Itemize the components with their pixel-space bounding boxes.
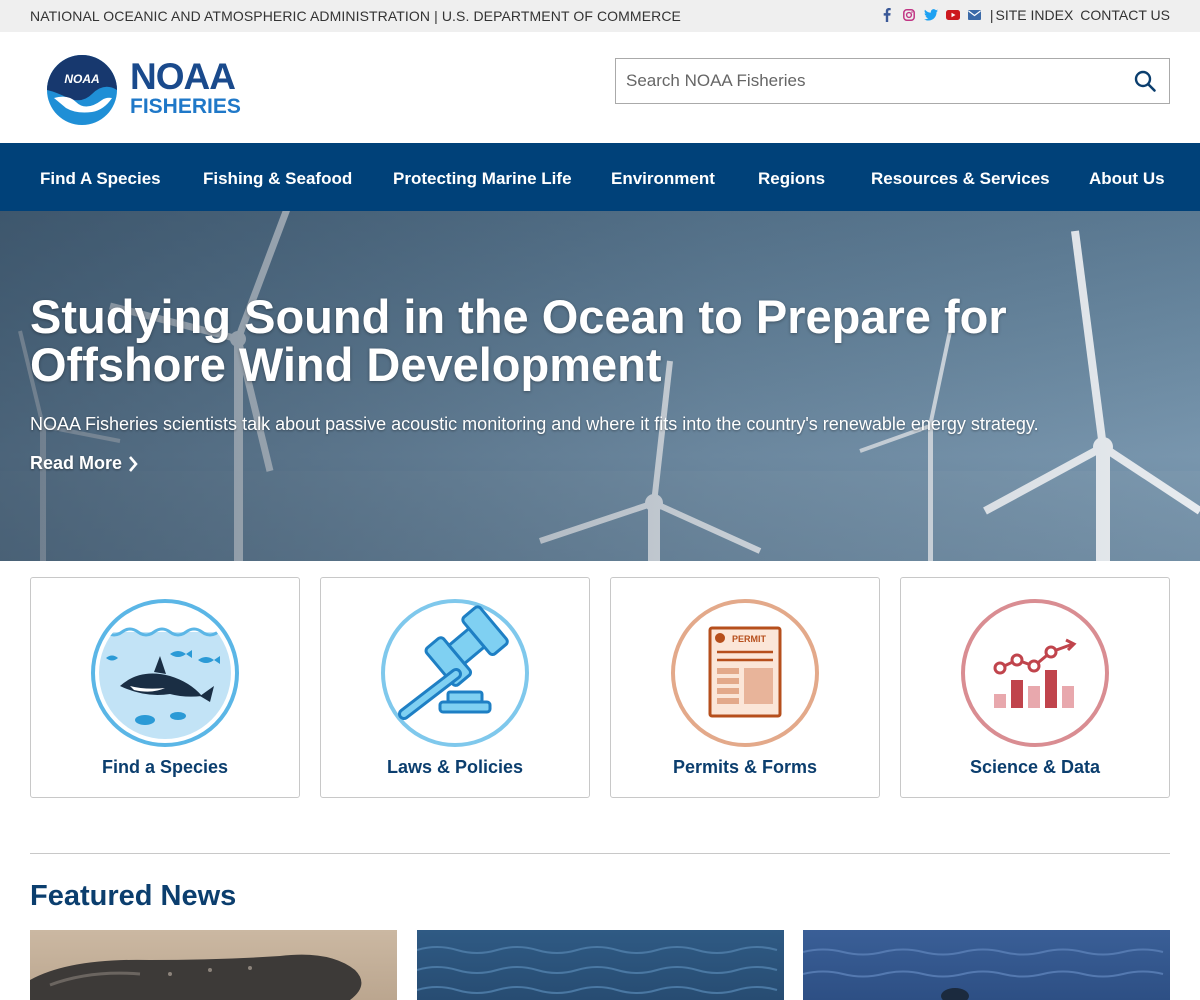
permit-badge-text: PERMIT: [732, 634, 767, 644]
news-image-ocean[interactable]: [417, 930, 784, 1000]
contact-us-link[interactable]: CONTACT US: [1080, 7, 1170, 23]
main-nav: Find A Species Fishing & Seafood Protect…: [0, 143, 1200, 211]
nav-fishing-seafood[interactable]: Fishing & Seafood: [203, 169, 352, 189]
news-image-sea[interactable]: [803, 930, 1170, 1000]
logo-wordmark: NOAA FISHERIES: [130, 58, 241, 117]
search-box: [615, 58, 1170, 104]
chevron-right-icon: [129, 455, 138, 472]
nav-regions[interactable]: Regions: [758, 169, 825, 189]
logo-word-fisheries: FISHERIES: [130, 95, 241, 118]
youtube-icon[interactable]: [945, 8, 960, 22]
card-label-laws-policies: Laws & Policies: [386, 757, 524, 777]
species-icon: [91, 599, 239, 747]
noaa-fisheries-logo[interactable]: NOAA NOAA FISHERIES: [46, 54, 246, 126]
card-label-science-data: Science & Data: [969, 757, 1101, 777]
card-find-a-species[interactable]: Find a Species: [30, 577, 300, 798]
utility-links: | SITE INDEX CONTACT US: [872, 7, 1170, 23]
card-permits-forms[interactable]: PERMIT Permits & Forms: [610, 577, 880, 798]
logo-word-noaa: NOAA: [130, 56, 236, 97]
search-input[interactable]: [616, 59, 1116, 103]
card-laws-policies[interactable]: Laws & Policies: [320, 577, 590, 798]
email-icon[interactable]: [968, 8, 982, 22]
card-label-permits-forms: Permits & Forms: [672, 757, 818, 777]
hero-title[interactable]: Studying Sound in the Ocean to Prepare f…: [30, 293, 1130, 389]
nav-find-a-species[interactable]: Find A Species: [40, 169, 161, 189]
read-more-label: Read More: [30, 453, 123, 473]
utility-separator: |: [989, 7, 994, 23]
hero-read-more-link[interactable]: Read More: [30, 453, 138, 474]
site-header: NOAA NOAA FISHERIES: [0, 32, 1200, 143]
agency-text: NATIONAL OCEANIC AND ATMOSPHERIC ADMINIS…: [30, 8, 681, 24]
hero-banner: Studying Sound in the Ocean to Prepare f…: [0, 211, 1200, 561]
utility-bar: NATIONAL OCEANIC AND ATMOSPHERIC ADMINIS…: [0, 0, 1200, 32]
featured-news-heading: Featured News: [30, 880, 237, 912]
search-icon[interactable]: [1133, 69, 1157, 93]
twitter-icon[interactable]: [923, 8, 938, 22]
card-science-data[interactable]: Science & Data: [900, 577, 1170, 798]
nav-environment[interactable]: Environment: [611, 169, 715, 189]
noaa-emblem-icon: NOAA: [47, 55, 117, 125]
site-index-link[interactable]: SITE INDEX: [995, 7, 1073, 23]
nav-resources-services[interactable]: Resources & Services: [871, 169, 1050, 189]
card-label-find-a-species: Find a Species: [101, 757, 229, 777]
hero-description: NOAA Fisheries scientists talk about pas…: [30, 414, 1039, 434]
ocean-waves-image: [417, 946, 778, 994]
section-divider: [30, 853, 1170, 854]
sea-surface-image: [803, 948, 1164, 1000]
facebook-icon[interactable]: [880, 8, 894, 22]
instagram-icon[interactable]: [902, 8, 916, 22]
seal-image: [30, 954, 362, 1000]
news-image-seal[interactable]: [30, 930, 397, 1000]
gavel-icon: [381, 599, 529, 747]
chart-icon: [961, 599, 1109, 747]
permit-icon: PERMIT: [671, 599, 819, 747]
nav-protecting-marine-life[interactable]: Protecting Marine Life: [393, 169, 572, 189]
nav-about-us[interactable]: About Us: [1089, 169, 1165, 189]
logo-badge-text: NOAA: [64, 72, 99, 86]
